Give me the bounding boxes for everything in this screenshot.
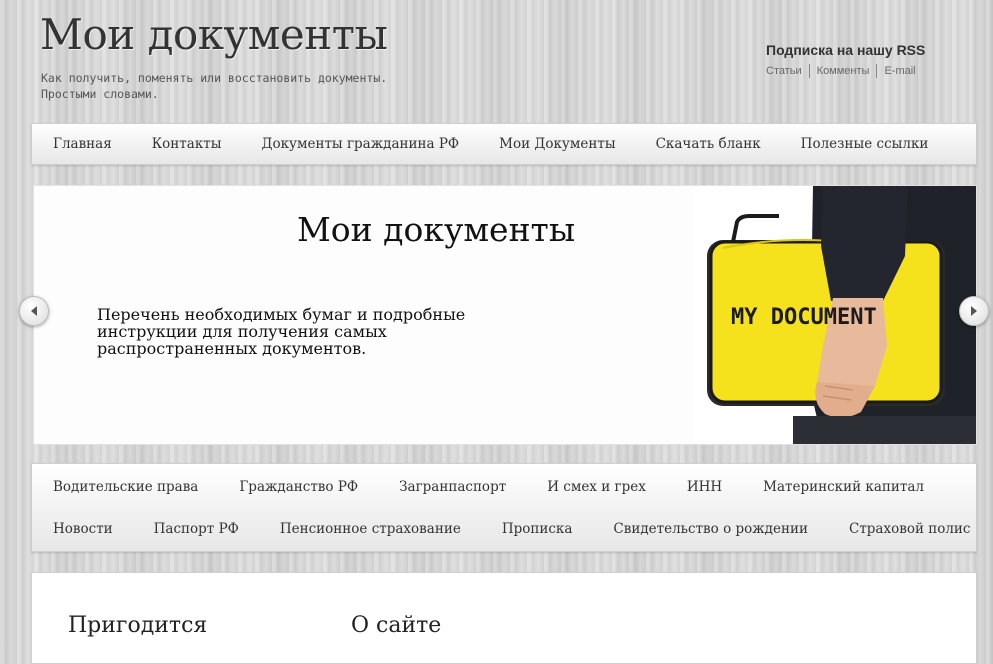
chevron-right-icon (971, 306, 977, 316)
category-insurance-policy[interactable]: Страховой полис (849, 521, 971, 537)
chevron-left-icon (31, 306, 37, 316)
category-passport[interactable]: Паспорт РФ (154, 521, 239, 537)
nav-item-download-form[interactable]: Скачать бланк (656, 136, 761, 152)
category-row: Новости Паспорт РФ Пенсионное страховани… (32, 521, 991, 537)
category-registration[interactable]: Прописка (502, 521, 573, 537)
rss-link-email[interactable]: E-mail (876, 64, 922, 78)
category-news[interactable]: Новости (53, 521, 113, 537)
rss-links: Статьи Комменты E-mail (766, 64, 925, 78)
category-maternity-capital[interactable]: Материнский капитал (763, 479, 924, 495)
category-inn[interactable]: ИНН (687, 479, 722, 495)
category-row: Водительские права Гражданство РФ Загран… (32, 479, 944, 495)
featured-slider: Мои документы Перечень необходимых бумаг… (33, 185, 977, 445)
rss-title: Подписка на нашу RSS (766, 42, 926, 58)
widget-title-about: О сайте (351, 613, 442, 638)
category-citizenship[interactable]: Гражданство РФ (239, 479, 358, 495)
rss-subscription: Подписка на нашу RSS Статьи Комменты E-m… (766, 42, 925, 78)
nav-item-citizen-documents[interactable]: Документы гражданина РФ (261, 136, 459, 152)
rss-link-comments[interactable]: Комменты (808, 64, 877, 78)
site-tagline: Как получить, поменять или восстановить … (41, 71, 388, 101)
content-area: Пригодится О сайте (31, 572, 977, 664)
category-foreign-passport[interactable]: Загранпаспорт (399, 479, 506, 495)
widget-title-useful: Пригодится (68, 613, 208, 638)
slider-prev-button[interactable] (19, 296, 49, 326)
rss-link-articles[interactable]: Статьи (766, 64, 809, 78)
category-drivers-license[interactable]: Водительские права (53, 479, 198, 495)
category-birth-certificate[interactable]: Свидетельство о рождении (613, 521, 808, 537)
nav-item-home[interactable]: Главная (53, 136, 112, 152)
nav-item-my-documents[interactable]: Мои Документы (499, 136, 615, 152)
slide-image[interactable]: MY DOCUMENT (693, 186, 976, 444)
svg-text:MY DOCUMENT: MY DOCUMENT (731, 305, 877, 330)
slide-title: Мои документы (297, 210, 576, 249)
nav-item-contacts[interactable]: Контакты (152, 136, 222, 152)
category-humor[interactable]: И смех и грех (547, 479, 646, 495)
site-title[interactable]: Мои документы (40, 10, 388, 59)
slider-next-button[interactable] (959, 296, 989, 326)
nav-item-useful-links[interactable]: Полезные ссылки (801, 136, 929, 152)
slide-description: Перечень необходимых бумаг и подробные и… (97, 305, 466, 358)
main-navigation: Главная Контакты Документы гражданина РФ… (31, 123, 977, 165)
category-navigation: Водительские права Гражданство РФ Загран… (31, 463, 977, 552)
category-pension-insurance[interactable]: Пенсионное страхование (280, 521, 461, 537)
